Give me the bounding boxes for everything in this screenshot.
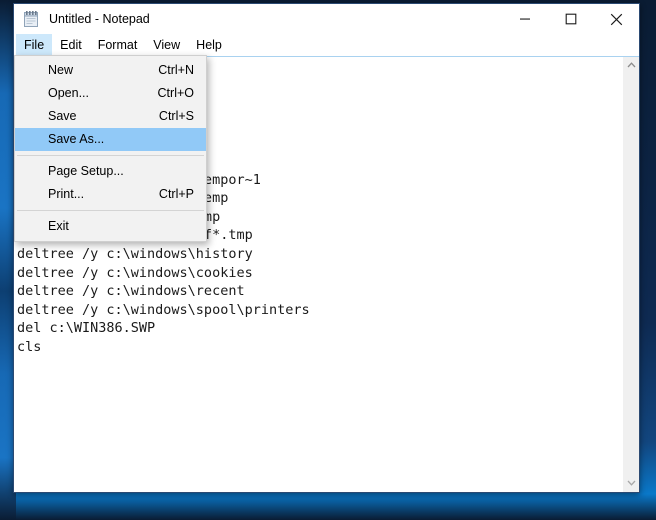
menu-item-label: Print... xyxy=(48,183,84,206)
menu-item-save[interactable]: Save Ctrl+S xyxy=(15,105,206,128)
menubar-item-view[interactable]: View xyxy=(145,34,188,56)
menu-item-print[interactable]: Print... Ctrl+P xyxy=(15,183,206,206)
menu-item-label: Save xyxy=(48,105,77,128)
close-button[interactable] xyxy=(594,4,639,34)
text-line: deltree /y c:\windows\recent xyxy=(14,282,622,301)
text-line: cls xyxy=(14,338,622,357)
menubar-item-file[interactable]: File xyxy=(16,34,52,56)
menu-item-accelerator: Ctrl+O xyxy=(158,82,194,105)
window-title: Untitled - Notepad xyxy=(49,10,150,28)
menu-item-open[interactable]: Open... Ctrl+O xyxy=(15,82,206,105)
menu-item-save-as[interactable]: Save As... xyxy=(15,128,206,151)
minimize-button[interactable] xyxy=(502,4,547,34)
menu-item-new[interactable]: New Ctrl+N xyxy=(15,59,206,82)
menubar-item-edit[interactable]: Edit xyxy=(52,34,90,56)
menu-item-label: New xyxy=(48,59,73,82)
menu-item-label: Save As... xyxy=(48,128,104,151)
menu-item-page-setup[interactable]: Page Setup... xyxy=(15,160,206,183)
menubar-item-help[interactable]: Help xyxy=(188,34,230,56)
scroll-up-button[interactable] xyxy=(623,57,639,74)
maximize-button[interactable] xyxy=(548,4,593,34)
menu-item-exit[interactable]: Exit xyxy=(15,215,206,238)
menu-bar: FileEditFormatViewHelp xyxy=(14,34,639,56)
menu-separator xyxy=(17,210,204,211)
menu-item-label: Open... xyxy=(48,82,89,105)
menu-separator xyxy=(17,155,204,156)
text-line: deltree /y c:\windows\spool\printers xyxy=(14,301,622,320)
title-bar: Untitled - Notepad xyxy=(14,4,639,34)
file-dropdown-menu: New Ctrl+N Open... Ctrl+O Save Ctrl+S Sa… xyxy=(14,55,207,242)
text-line: deltree /y c:\windows\cookies xyxy=(14,264,622,283)
scroll-down-button[interactable] xyxy=(623,475,639,492)
menubar-item-format[interactable]: Format xyxy=(90,34,146,56)
menu-item-accelerator: Ctrl+S xyxy=(159,105,194,128)
menu-item-accelerator: Ctrl+P xyxy=(159,183,194,206)
menu-item-label: Exit xyxy=(48,215,69,238)
menu-item-label: Page Setup... xyxy=(48,160,124,183)
text-line: deltree /y c:\windows\history xyxy=(14,245,622,264)
notepad-icon xyxy=(23,10,40,28)
text-line: del c:\WIN386.SWP xyxy=(14,319,622,338)
vertical-scrollbar[interactable] xyxy=(622,57,639,492)
menu-item-accelerator: Ctrl+N xyxy=(158,59,194,82)
